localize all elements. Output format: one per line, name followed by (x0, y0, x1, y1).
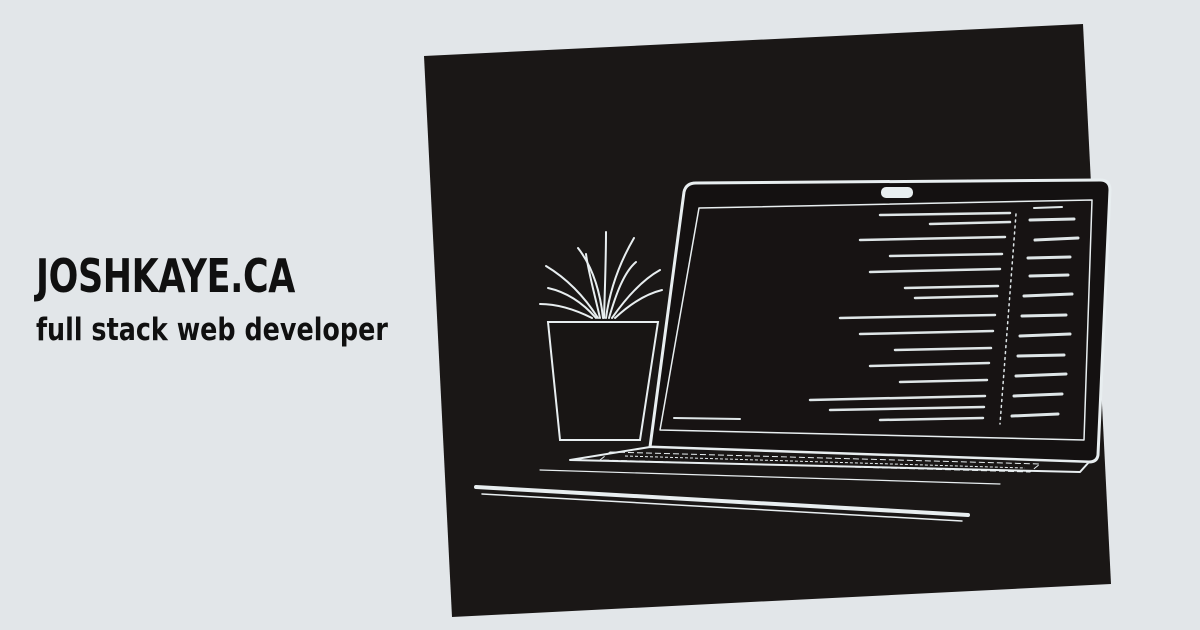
hero-photo (424, 24, 1112, 617)
